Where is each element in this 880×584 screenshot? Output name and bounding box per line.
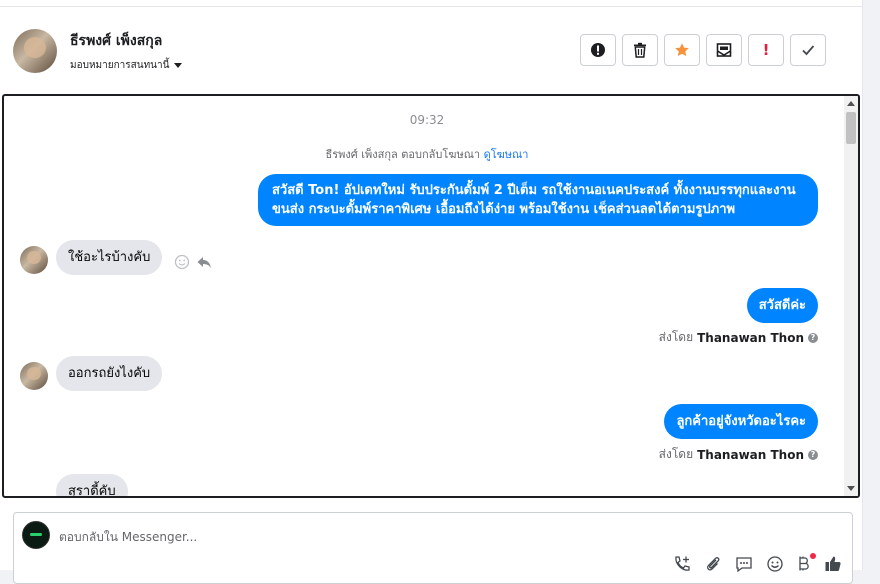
sent-by-prefix: ส่งโดย (658, 330, 694, 344)
envelope-icon (716, 43, 732, 57)
emoji-icon[interactable] (766, 555, 784, 573)
sent-by-name: Thanawan Thon (697, 447, 804, 462)
inbox-conversation-panel: ธีรพงศ์ เพ็งสกุล มอบหมายการสนทนานี้ ! 09… (0, 0, 862, 584)
contact-avatar-small[interactable] (20, 362, 48, 390)
incoming-message[interactable]: ใช้อะไรบ้างคับ (56, 240, 163, 275)
message-timestamp: 09:32 (409, 113, 445, 127)
sent-by-info: ส่งโดย Thanawan Thon ? (659, 328, 818, 347)
scrollbar-thumb[interactable] (846, 112, 856, 144)
contact-avatar-small[interactable] (20, 246, 48, 274)
outgoing-message[interactable]: สวัสดีค่ะ (746, 288, 818, 323)
smiley-icon[interactable] (174, 254, 190, 270)
sent-by-name: Thanawan Thon (697, 330, 804, 345)
sent-by-info: ส่งโดย Thanawan Thon ? (659, 445, 818, 464)
scroll-down-arrow-icon[interactable] (847, 486, 855, 491)
reply-composer[interactable]: ตอบกลับใน Messenger... (13, 512, 853, 584)
contact-avatar[interactable] (13, 29, 57, 73)
spam-button[interactable] (580, 34, 616, 66)
caret-down-icon (174, 63, 183, 68)
payment-icon[interactable] (797, 553, 816, 577)
reply-input[interactable]: ตอบกลับใน Messenger... (59, 528, 197, 547)
reply-icon[interactable] (196, 254, 212, 270)
checkmark-icon (802, 45, 815, 56)
delete-button[interactable] (622, 34, 658, 66)
outgoing-message[interactable]: ลูกค้าอยู่จังหวัดอะไรคะ (664, 404, 818, 439)
conversation-header: ธีรพงศ์ เพ็งสกุล มอบหมายการสนทนานี้ ! (0, 7, 862, 93)
done-button[interactable] (790, 34, 826, 66)
ad-reply-notice: ธีรพงศ์ เพ็งสกุล ตอบกลับโฆษณา ดูโฆษณา (4, 145, 850, 163)
help-icon[interactable]: ? (808, 449, 818, 460)
ad-reply-text: ธีรพงศ์ เพ็งสกุล ตอบกลับโฆษณา (325, 148, 481, 161)
assign-label: มอบหมายการสนทนานี้ (70, 60, 170, 71)
conversation-toolbar: ! (580, 34, 826, 66)
paperclip-icon[interactable] (704, 555, 722, 573)
contact-name[interactable]: ธีรพงศ์ เพ็งสกุล (70, 30, 162, 52)
composer-tools (673, 553, 842, 577)
star-button[interactable] (664, 34, 700, 66)
exclamation-circle-icon (591, 43, 605, 57)
view-ad-link[interactable]: ดูโฆษณา (484, 148, 529, 161)
scroll-up-arrow-icon[interactable] (847, 101, 855, 106)
urgent-button[interactable]: ! (748, 34, 784, 66)
thread-scrollbar[interactable] (844, 96, 858, 496)
exclamation-icon: ! (762, 41, 770, 59)
saved-reply-icon[interactable] (735, 555, 753, 573)
help-icon[interactable]: ? (808, 332, 818, 343)
thumbs-up-icon[interactable] (824, 555, 842, 573)
trash-icon (634, 42, 646, 58)
page-avatar (22, 521, 50, 549)
sent-by-prefix: ส่งโดย (658, 447, 694, 461)
assign-conversation-dropdown[interactable]: มอบหมายการสนทนานี้ (70, 58, 183, 73)
message-thread[interactable]: 09:32 ธีรพงศ์ เพ็งสกุล ตอบกลับโฆษณา ดูโฆ… (2, 94, 860, 498)
mark-unread-button[interactable] (706, 34, 742, 66)
incoming-message[interactable]: สุราดี้คับ (56, 474, 128, 496)
incoming-message[interactable]: ออกรถยังไงคับ (56, 356, 163, 391)
star-icon (675, 43, 689, 57)
call-add-icon[interactable] (673, 555, 691, 573)
outgoing-message[interactable]: สวัสดี Ton! อัปเดทใหม่ รับประกันดั้มพ์ 2… (258, 174, 818, 226)
side-panel-edge (862, 0, 880, 570)
